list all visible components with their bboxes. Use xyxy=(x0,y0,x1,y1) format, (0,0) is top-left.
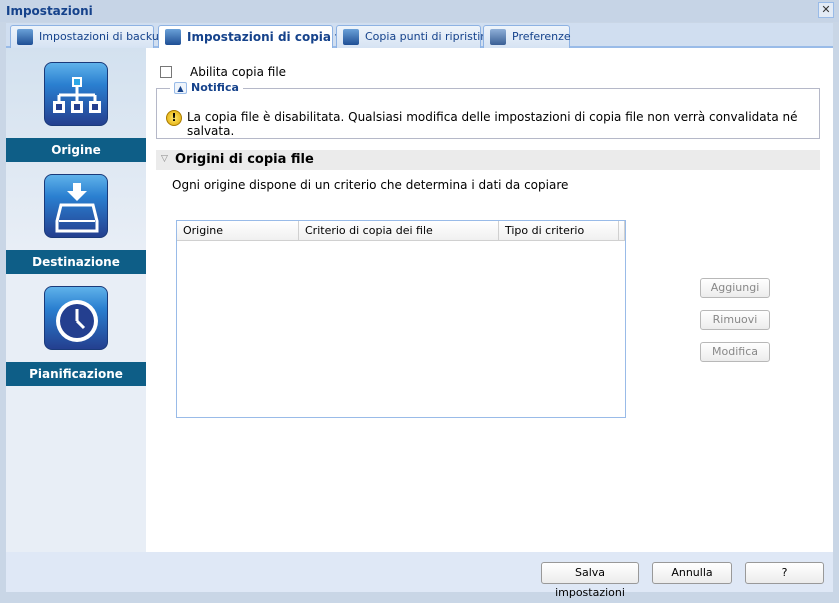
collapse-triangle-icon: ▽ xyxy=(161,154,168,164)
hierarchy-icon xyxy=(44,62,108,126)
tab-label: Preferenze xyxy=(512,30,571,43)
remove-button[interactable]: Rimuovi xyxy=(700,310,770,330)
cancel-button[interactable]: Annulla xyxy=(652,562,732,584)
sources-table: Origine Criterio di copia dei file Tipo … xyxy=(176,220,626,418)
enable-file-copy-label[interactable]: Abilita copia file xyxy=(190,65,286,79)
section-description: Ogni origine dispone di un criterio che … xyxy=(172,178,569,192)
save-settings-button[interactable]: Salva impostazioni xyxy=(541,562,639,599)
add-button[interactable]: Aggiungi xyxy=(700,278,770,298)
tab-label: Impostazioni di backup xyxy=(39,30,166,43)
column-header-origine[interactable]: Origine xyxy=(177,221,299,241)
clock-icon xyxy=(44,286,108,350)
title-bar xyxy=(0,0,839,22)
gear-icon xyxy=(490,29,506,45)
edit-button[interactable]: Modifica xyxy=(700,342,770,362)
notice-title: Notifica xyxy=(191,81,239,94)
notice-legend[interactable]: ▲ Notifica xyxy=(170,81,243,94)
column-header-filler xyxy=(619,221,625,241)
sidebar-item-label: Pianificazione xyxy=(6,362,146,386)
section-header[interactable]: ▽ Origini di copia file xyxy=(156,150,820,170)
window-title: Impostazioni xyxy=(6,4,93,18)
close-icon[interactable]: ✕ xyxy=(818,2,834,18)
notice-message: La copia file è disabilitata. Qualsiasi … xyxy=(187,110,798,138)
enable-file-copy-checkbox[interactable] xyxy=(160,66,172,78)
help-button[interactable]: ? xyxy=(745,562,824,584)
tab-backup-settings[interactable]: Impostazioni di backup xyxy=(10,25,166,48)
sidebar-item-label: Origine xyxy=(6,138,146,162)
tab-copy-recovery-points[interactable]: Copia punti di ripristino xyxy=(336,25,494,48)
tab-file-copy-settings[interactable]: Impostazioni di copia file xyxy=(158,25,356,49)
warning-icon: ! xyxy=(166,110,182,126)
sidebar: Origine Destinazione Pianificazione xyxy=(6,48,146,552)
section-title: Origini di copia file xyxy=(175,152,314,167)
tab-label: Copia punti di ripristino xyxy=(365,30,494,43)
column-header-tipo[interactable]: Tipo di criterio xyxy=(499,221,619,241)
recovery-point-icon xyxy=(343,29,359,45)
collapse-icon[interactable]: ▲ xyxy=(174,82,187,94)
column-header-criterio[interactable]: Criterio di copia dei file xyxy=(299,221,499,241)
sidebar-item-label: Destinazione xyxy=(6,250,146,274)
tab-label: Impostazioni di copia file xyxy=(187,30,357,44)
backup-icon xyxy=(17,29,33,45)
tab-bar: Impostazioni di backup Impostazioni di c… xyxy=(6,23,833,49)
drive-download-icon xyxy=(44,174,108,238)
file-copy-icon xyxy=(165,29,181,45)
tab-preferences[interactable]: Preferenze xyxy=(483,25,571,48)
